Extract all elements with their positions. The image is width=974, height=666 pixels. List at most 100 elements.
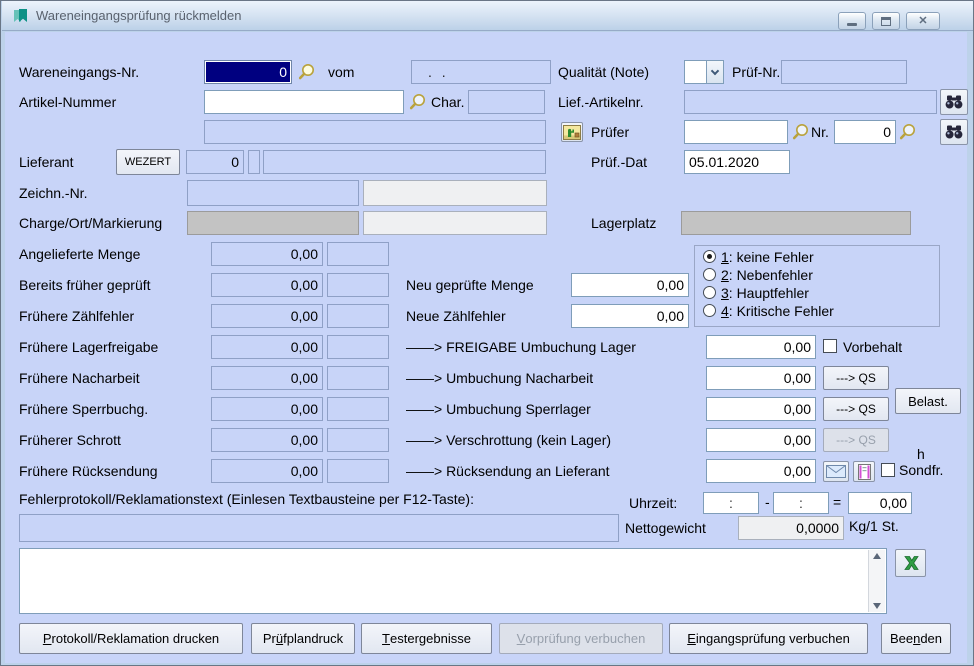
radio-kritische-fehler-label: 4: Kritische Fehler bbox=[721, 303, 834, 319]
ruecksendung-input[interactable]: 0,00 bbox=[706, 459, 816, 483]
uhrzeit-bis-input[interactable]: : bbox=[773, 492, 829, 514]
lief-artikelnr-label: Lief.-Artikelnr. bbox=[558, 94, 644, 110]
scroll-up-icon[interactable] bbox=[873, 553, 881, 559]
qualitaet-combobox[interactable] bbox=[684, 60, 724, 84]
maximize-icon bbox=[881, 17, 891, 26]
lieferant-wezert-button[interactable]: WEZERT bbox=[116, 149, 180, 175]
uhrzeit-summe-field[interactable]: 0,00 bbox=[848, 492, 912, 514]
qs-button-nacharbeit[interactable]: ---> QS bbox=[823, 366, 889, 390]
picture-button[interactable] bbox=[561, 122, 583, 142]
pruefdat-label: Prüf.-Dat bbox=[591, 154, 647, 170]
mail-button[interactable] bbox=[823, 461, 849, 482]
lagerplatz-label: Lagerplatz bbox=[591, 215, 656, 231]
wareneingang-nr-input[interactable]: 0 bbox=[204, 60, 292, 84]
artikel-bezeichnung-field bbox=[204, 120, 546, 144]
sondfr-checkbox[interactable] bbox=[881, 463, 895, 477]
neu-menge-input[interactable]: 0,00 bbox=[571, 273, 689, 297]
pruefer-label: Prüfer bbox=[591, 124, 629, 140]
binoculars-icon bbox=[945, 94, 963, 110]
pruefer-input[interactable] bbox=[684, 120, 788, 144]
nettogewicht-label: Nettogewicht bbox=[625, 520, 706, 536]
testergebnisse-button[interactable]: Testergebnisse bbox=[361, 623, 492, 654]
nacharbeit-input[interactable]: 0,00 bbox=[706, 366, 816, 390]
menge-row-extra bbox=[327, 304, 389, 328]
menge-row-extra bbox=[327, 428, 389, 452]
radio-kritische-fehler[interactable] bbox=[703, 304, 716, 317]
freigabe-input[interactable]: 0,00 bbox=[706, 335, 816, 359]
document-icon bbox=[858, 464, 871, 480]
lieferant-nr-field: 0 bbox=[186, 150, 244, 174]
reklamation-first-line-field bbox=[19, 514, 619, 542]
vorbehalt-checkbox[interactable] bbox=[823, 339, 837, 353]
vorbehalt-label: Vorbehalt bbox=[843, 339, 902, 355]
window-title: Wareneingangsprüfung rückmelden bbox=[36, 8, 241, 23]
menge-row-value: 0,00 bbox=[211, 304, 323, 328]
minimize-button[interactable] bbox=[838, 12, 866, 30]
pruefdat-input[interactable]: 05.01.2020 bbox=[684, 150, 790, 174]
freigabe-label: ——> FREIGABE Umbuchung Lager bbox=[406, 339, 636, 355]
menge-row-label: Frühere Sperrbuchg. bbox=[19, 401, 148, 417]
excel-export-button[interactable] bbox=[895, 549, 926, 577]
close-button[interactable]: ✕ bbox=[906, 12, 940, 30]
menge-row-value: 0,00 bbox=[211, 335, 323, 359]
app-window: Wareneingangsprüfung rückmelden ✕ Warene… bbox=[0, 0, 974, 666]
char-field bbox=[468, 90, 545, 114]
artikel-search-icon[interactable] bbox=[408, 92, 428, 112]
charge-field-2 bbox=[363, 211, 547, 235]
protokoll-textarea[interactable] bbox=[19, 548, 887, 614]
pruefer-nr-input[interactable]: 0 bbox=[834, 120, 896, 144]
menge-row-extra bbox=[327, 366, 389, 390]
pruefer-search-icon[interactable] bbox=[791, 122, 811, 142]
pruefer-nr-label: Nr. bbox=[811, 124, 829, 140]
radio-keine-fehler-label: 1: keine Fehler bbox=[721, 249, 814, 265]
lieferant-label: Lieferant bbox=[19, 154, 73, 170]
textarea-scrollbar[interactable] bbox=[868, 550, 885, 612]
radio-hauptfehler[interactable] bbox=[703, 286, 716, 299]
belast-button[interactable]: Belast. bbox=[895, 388, 961, 414]
binoculars-search-button-2[interactable] bbox=[940, 119, 968, 145]
radio-nebenfehler-label: 2: Nebenfehler bbox=[721, 267, 813, 283]
document-preview-button[interactable] bbox=[853, 461, 875, 482]
ruecksendung-label: ——> Rücksendung an Lieferant bbox=[406, 463, 610, 479]
envelope-icon bbox=[826, 465, 846, 478]
nettogewicht-unit-label: Kg/1 St. bbox=[849, 518, 899, 534]
menge-row-label: Angelieferte Menge bbox=[19, 246, 140, 262]
charge-field bbox=[187, 211, 359, 235]
artikel-input[interactable] bbox=[204, 90, 404, 114]
binoculars-search-button-1[interactable] bbox=[940, 89, 968, 115]
menge-row-label: Frühere Nacharbeit bbox=[19, 370, 140, 386]
beenden-button[interactable]: Beenden bbox=[881, 623, 951, 654]
wareneingang-label: Wareneingangs-Nr. bbox=[19, 64, 139, 80]
pruefnr-label: Prüf-Nr. bbox=[732, 64, 780, 80]
wareneingang-search-icon[interactable] bbox=[297, 62, 317, 82]
verschrottung-input[interactable]: 0,00 bbox=[706, 428, 816, 452]
menge-row-extra bbox=[327, 242, 389, 266]
zeichnnr-field bbox=[187, 180, 359, 206]
qs-button-verschrottung: ---> QS bbox=[823, 428, 889, 452]
menge-row-extra bbox=[327, 397, 389, 421]
lagerplatz-field bbox=[681, 211, 911, 235]
radio-nebenfehler[interactable] bbox=[703, 268, 716, 281]
eingangspruefung-verbuchen-button[interactable]: Eingangsprüfung verbuchen bbox=[669, 623, 868, 654]
pruefer-nr-search-icon[interactable] bbox=[898, 122, 918, 142]
combo-dropdown-button[interactable] bbox=[706, 61, 723, 83]
pruefnr-field bbox=[781, 60, 907, 84]
maximize-button[interactable] bbox=[872, 12, 900, 30]
qualitaet-value bbox=[685, 61, 706, 83]
neue-zaehlfehler-input[interactable]: 0,00 bbox=[571, 304, 689, 328]
radio-keine-fehler[interactable] bbox=[703, 250, 716, 263]
menge-row-extra bbox=[327, 273, 389, 297]
neue-zaehlfehler-label: Neue Zählfehler bbox=[406, 308, 506, 324]
uhrzeit-von-input[interactable]: : bbox=[703, 492, 759, 514]
menge-row-label: Frühere Zählfehler bbox=[19, 308, 134, 324]
uhrzeit-equals-label: = bbox=[833, 494, 841, 510]
sperrlager-input[interactable]: 0,00 bbox=[706, 397, 816, 421]
zeichnnr-field-2 bbox=[363, 180, 547, 206]
protokoll-drucken-button[interactable]: Protokoll/Reklamation drucken bbox=[19, 623, 243, 654]
zeichnnr-label: Zeichn.-Nr. bbox=[19, 185, 87, 201]
menge-row-value: 0,00 bbox=[211, 273, 323, 297]
scroll-down-icon[interactable] bbox=[873, 603, 881, 609]
excel-icon bbox=[902, 555, 920, 571]
qs-button-sperrlager[interactable]: ---> QS bbox=[823, 397, 889, 421]
pruefplandruck-button[interactable]: Prüfplandruck bbox=[251, 623, 355, 654]
